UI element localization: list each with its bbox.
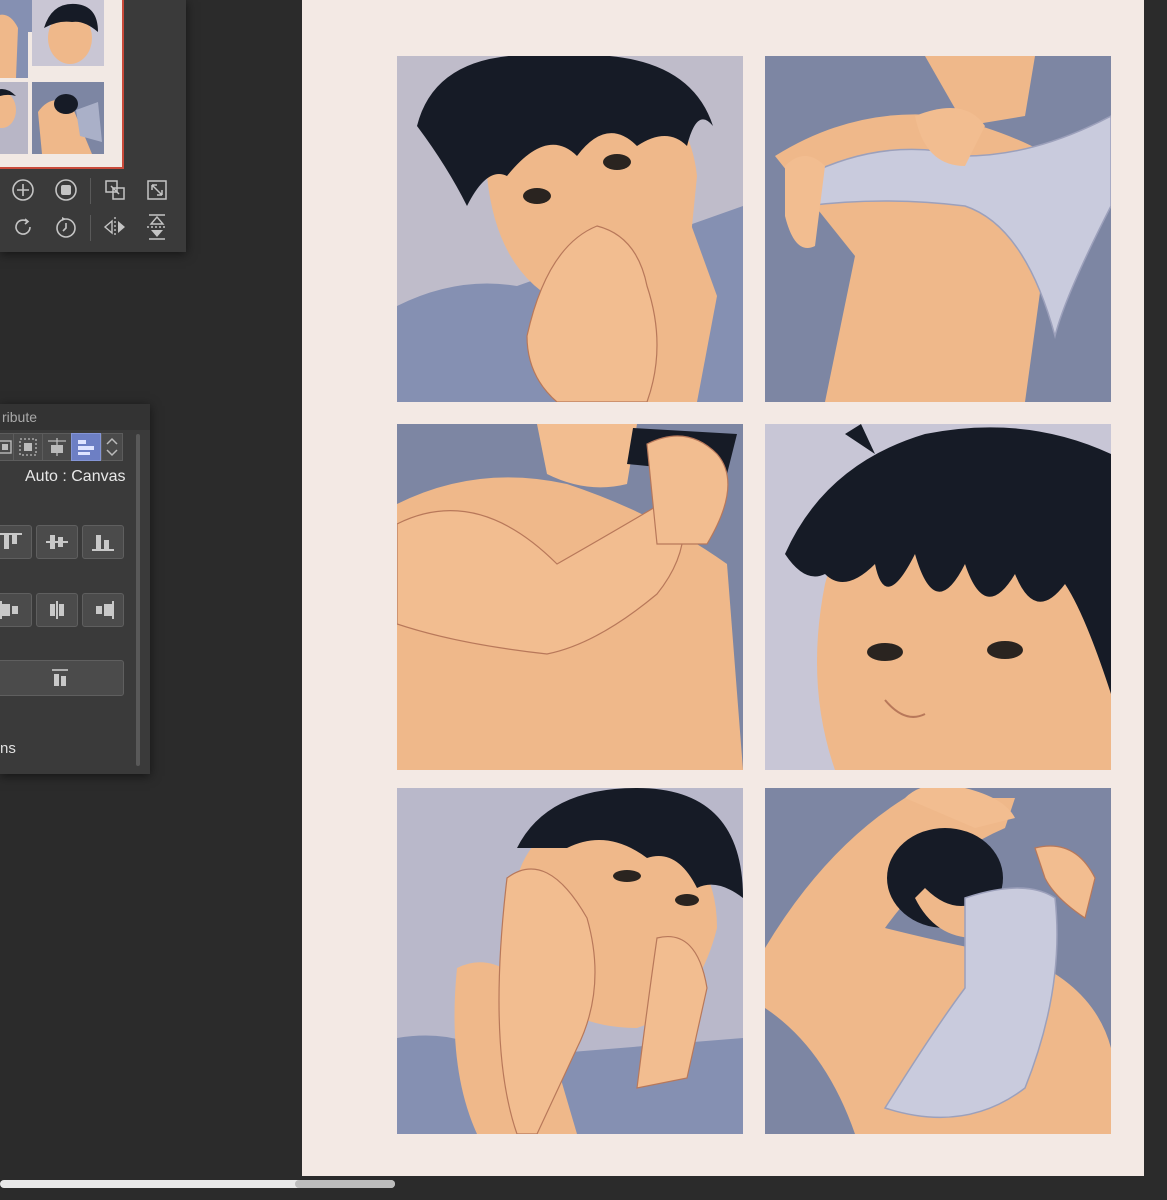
thumb-panel bbox=[0, 82, 28, 154]
thumb-panel bbox=[32, 0, 104, 66]
fit-to-window-button[interactable] bbox=[142, 175, 172, 205]
chevron-up-down-icon bbox=[106, 437, 118, 457]
toolbar-separator bbox=[90, 215, 91, 241]
reset-rotation-icon bbox=[56, 217, 76, 238]
illustration-face-on-hands bbox=[397, 788, 743, 1134]
navigator-thumbnail[interactable] bbox=[0, 0, 124, 169]
thumb-figure-illustration bbox=[0, 89, 16, 128]
illustration-hand-on-mouth bbox=[397, 56, 743, 402]
align-top-button[interactable] bbox=[0, 525, 32, 559]
toolbar-separator bbox=[90, 178, 91, 204]
align-bottom-button[interactable] bbox=[82, 525, 124, 559]
comic-panel-6[interactable] bbox=[765, 788, 1111, 1134]
fit-to-screen-button[interactable] bbox=[100, 175, 130, 205]
align-left-button[interactable] bbox=[0, 593, 32, 627]
options-label[interactable]: ns bbox=[0, 740, 16, 757]
comic-panel-5[interactable] bbox=[397, 788, 743, 1134]
comic-panel-3[interactable] bbox=[397, 424, 743, 770]
reset-rotation-button[interactable] bbox=[51, 212, 81, 242]
zoom-in-icon bbox=[12, 179, 34, 201]
flip-vertical-icon bbox=[147, 214, 167, 240]
zoom-in-button[interactable] bbox=[8, 175, 38, 205]
flip-vertical-button[interactable] bbox=[142, 212, 172, 242]
align-top-icon bbox=[0, 533, 22, 549]
distribute-button[interactable] bbox=[0, 660, 124, 696]
align-left-text-icon bbox=[78, 440, 94, 455]
panel-scrollbar[interactable] bbox=[136, 434, 140, 766]
align-vertical-center-icon bbox=[46, 535, 68, 549]
workspace-margin bbox=[1144, 0, 1167, 1200]
mode-dropdown-button[interactable] bbox=[101, 433, 123, 461]
rotate-icon bbox=[15, 218, 31, 235]
flip-horizontal-button[interactable] bbox=[100, 212, 130, 242]
align-horizontal-center-button[interactable] bbox=[36, 593, 78, 627]
navigator-toolbar bbox=[0, 170, 180, 250]
align-right-button[interactable] bbox=[82, 593, 124, 627]
fit-to-screen-icon bbox=[105, 180, 125, 200]
panel-title: ribute bbox=[0, 404, 150, 430]
align-mode-icon bbox=[0, 440, 12, 454]
align-bottom-icon bbox=[92, 535, 114, 551]
align-right-icon bbox=[96, 601, 114, 619]
horizontal-scrollbar-thumb[interactable] bbox=[0, 1180, 395, 1188]
mode-button-active[interactable] bbox=[71, 433, 101, 461]
navigator-panel bbox=[0, 0, 186, 252]
illustration-pulling-shirt bbox=[765, 56, 1111, 402]
comic-panel-1[interactable] bbox=[397, 56, 743, 402]
guide-mode-icon bbox=[48, 438, 66, 456]
stop-button[interactable] bbox=[51, 175, 81, 205]
thumb-figure-illustration bbox=[38, 94, 102, 154]
thumb-panel bbox=[32, 82, 104, 154]
mode-button[interactable] bbox=[13, 433, 43, 461]
canvas-page[interactable] bbox=[302, 0, 1144, 1200]
comic-panel-4[interactable] bbox=[765, 424, 1111, 770]
rotate-button[interactable] bbox=[8, 212, 38, 242]
illustration-face-closeup bbox=[765, 424, 1111, 770]
stop-circle-icon bbox=[55, 179, 77, 201]
thumb-face-illustration bbox=[44, 3, 98, 64]
align-vertical-center-button[interactable] bbox=[36, 525, 78, 559]
comic-panel-2[interactable] bbox=[765, 56, 1111, 402]
thumb-figure-illustration bbox=[0, 14, 18, 78]
align-left-icon bbox=[0, 601, 18, 619]
thumb-panel bbox=[0, 8, 28, 78]
fit-to-window-icon bbox=[147, 180, 167, 200]
distribute-vertical-icon bbox=[52, 669, 68, 686]
illustration-holding-phone bbox=[397, 424, 743, 770]
selection-mode-icon bbox=[19, 438, 37, 456]
align-horizontal-center-icon bbox=[50, 601, 64, 619]
flip-horizontal-icon bbox=[103, 217, 125, 237]
reference-label[interactable]: Auto : Canvas bbox=[25, 468, 126, 486]
illustration-shirt-over-head bbox=[765, 788, 1111, 1134]
mode-button[interactable] bbox=[42, 433, 72, 461]
